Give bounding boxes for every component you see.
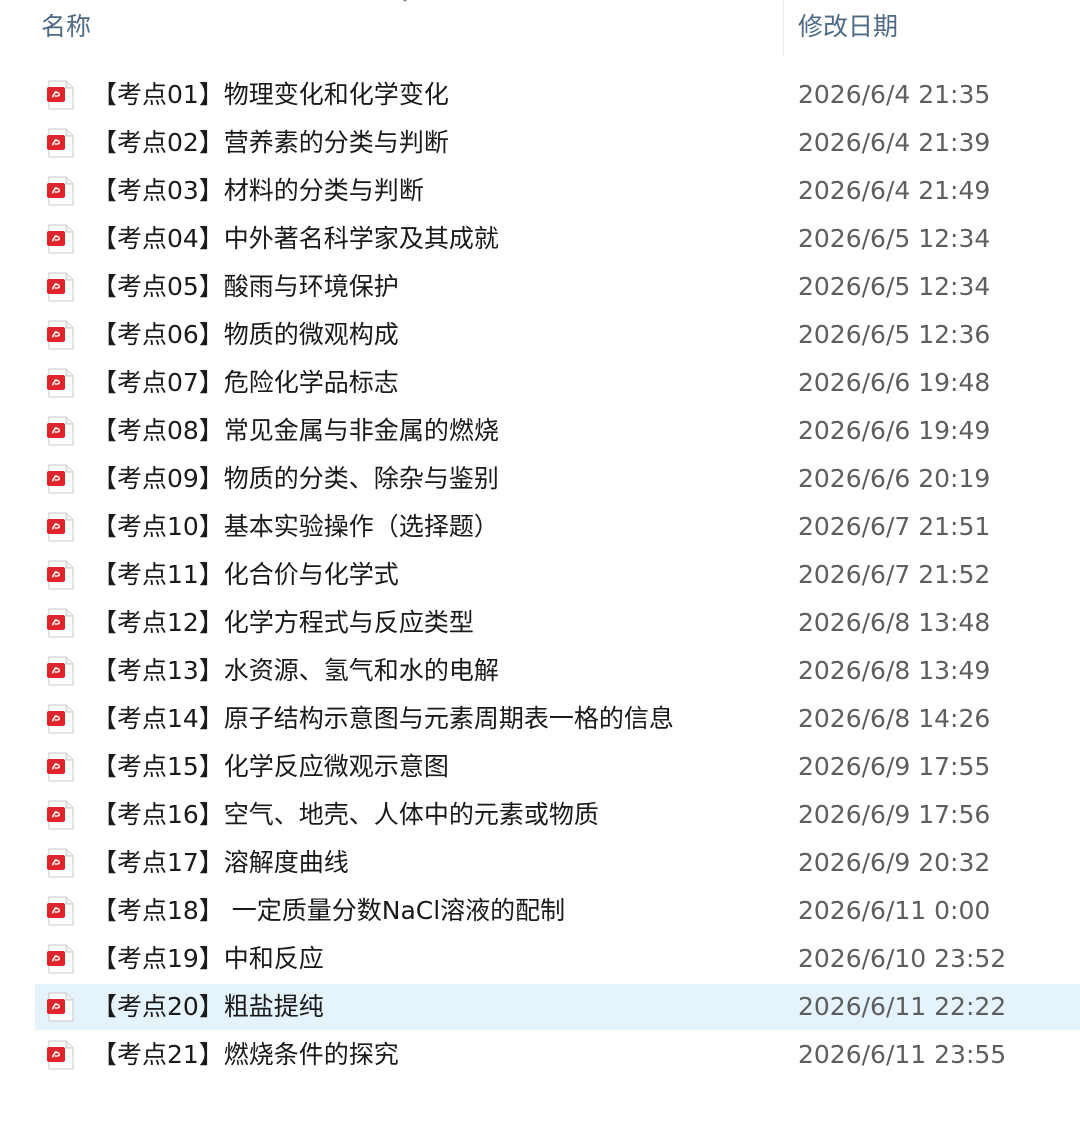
column-header-row: 名称 修改日期	[0, 0, 1080, 56]
file-name: 【考点20】粗盐提纯	[92, 992, 324, 1021]
file-name: 【考点12】化学方程式与反应类型	[92, 608, 474, 637]
pdf-file-icon	[47, 1040, 74, 1070]
file-row[interactable]: 【考点09】物质的分类、除杂与鉴别 2026/6/6 20:19	[0, 455, 1080, 503]
file-explorer-details-view: 名称 修改日期 【考点01】物理变化和化学变化 2026/6/4 21:35 【…	[0, 0, 1080, 1134]
file-row[interactable]: 【考点10】基本实验操作（选择题） 2026/6/7 21:51	[0, 503, 1080, 551]
file-row[interactable]: 【考点19】中和反应 2026/6/10 23:52	[0, 935, 1080, 983]
sort-chevron-icon[interactable]	[398, 0, 412, 6]
pdf-file-icon	[47, 224, 74, 254]
file-row[interactable]: 【考点05】酸雨与环境保护 2026/6/5 12:34	[0, 263, 1080, 311]
file-row[interactable]: 【考点08】常见金属与非金属的燃烧 2026/6/6 19:49	[0, 407, 1080, 455]
column-header-date-modified[interactable]: 修改日期	[798, 10, 898, 44]
file-date-modified: 2026/6/10 23:52	[798, 944, 1007, 973]
file-date-modified: 2026/6/7 21:51	[798, 512, 991, 541]
file-date-modified: 2026/6/9 20:32	[798, 848, 991, 877]
file-row[interactable]: 【考点01】物理变化和化学变化 2026/6/4 21:35	[0, 71, 1080, 119]
file-name: 【考点18】 一定质量分数NaCl溶液的配制	[92, 896, 566, 925]
file-date-modified: 2026/6/4 21:49	[798, 176, 991, 205]
file-date-modified: 2026/6/11 23:55	[798, 1040, 1007, 1069]
file-name: 【考点19】中和反应	[92, 944, 324, 973]
file-date-modified: 2026/6/6 20:19	[798, 464, 991, 493]
file-name: 【考点08】常见金属与非金属的燃烧	[92, 416, 499, 445]
file-name: 【考点13】水资源、氢气和水的电解	[92, 656, 499, 685]
pdf-file-icon	[47, 368, 74, 398]
file-row[interactable]: 【考点04】中外著名科学家及其成就 2026/6/5 12:34	[0, 215, 1080, 263]
file-date-modified: 2026/6/8 14:26	[798, 704, 991, 733]
file-date-modified: 2026/6/6 19:49	[798, 416, 991, 445]
file-date-modified: 2026/6/5 12:34	[798, 224, 991, 253]
file-row[interactable]: 【考点07】危险化学品标志 2026/6/6 19:48	[0, 359, 1080, 407]
file-date-modified: 2026/6/11 0:00	[798, 896, 991, 925]
pdf-file-icon	[47, 272, 74, 302]
pdf-file-icon	[47, 944, 74, 974]
file-date-modified: 2026/6/4 21:39	[798, 128, 991, 157]
file-name: 【考点11】化合价与化学式	[92, 560, 399, 589]
pdf-file-icon	[47, 608, 74, 638]
file-date-modified: 2026/6/9 17:55	[798, 752, 991, 781]
file-name: 【考点21】燃烧条件的探究	[92, 1040, 399, 1069]
pdf-file-icon	[47, 416, 74, 446]
file-date-modified: 2026/6/9 17:56	[798, 800, 991, 829]
pdf-file-icon	[47, 896, 74, 926]
file-row[interactable]: 【考点12】化学方程式与反应类型 2026/6/8 13:48	[0, 599, 1080, 647]
pdf-file-icon	[47, 992, 74, 1022]
pdf-file-icon	[47, 128, 74, 158]
file-name: 【考点04】中外著名科学家及其成就	[92, 224, 499, 253]
column-header-name[interactable]: 名称	[41, 10, 91, 44]
file-row[interactable]: 【考点03】材料的分类与判断 2026/6/4 21:49	[0, 167, 1080, 215]
file-row[interactable]: 【考点06】物质的微观构成 2026/6/5 12:36	[0, 311, 1080, 359]
file-date-modified: 2026/6/11 22:22	[798, 992, 1007, 1021]
file-name: 【考点09】物质的分类、除杂与鉴别	[92, 464, 499, 493]
pdf-file-icon	[47, 752, 74, 782]
pdf-file-icon	[47, 176, 74, 206]
pdf-file-icon	[47, 464, 74, 494]
pdf-file-icon	[47, 848, 74, 878]
file-name: 【考点14】原子结构示意图与元素周期表一格的信息	[92, 704, 674, 733]
pdf-file-icon	[47, 800, 74, 830]
file-row[interactable]: 【考点02】营养素的分类与判断 2026/6/4 21:39	[0, 119, 1080, 167]
file-name: 【考点02】营养素的分类与判断	[92, 128, 449, 157]
file-name: 【考点05】酸雨与环境保护	[92, 272, 399, 301]
file-date-modified: 2026/6/5 12:34	[798, 272, 991, 301]
pdf-file-icon	[47, 320, 74, 350]
file-row[interactable]: 【考点20】粗盐提纯 2026/6/11 22:22	[0, 983, 1080, 1031]
file-date-modified: 2026/6/4 21:35	[798, 80, 991, 109]
pdf-file-icon	[47, 704, 74, 734]
pdf-file-icon	[47, 512, 74, 542]
file-row[interactable]: 【考点21】燃烧条件的探究 2026/6/11 23:55	[0, 1031, 1080, 1079]
file-name: 【考点15】化学反应微观示意图	[92, 752, 449, 781]
pdf-file-icon	[47, 656, 74, 686]
file-name: 【考点03】材料的分类与判断	[92, 176, 424, 205]
file-date-modified: 2026/6/7 21:52	[798, 560, 991, 589]
file-name: 【考点01】物理变化和化学变化	[92, 80, 449, 109]
file-row[interactable]: 【考点13】水资源、氢气和水的电解 2026/6/8 13:49	[0, 647, 1080, 695]
file-name: 【考点10】基本实验操作（选择题）	[92, 512, 499, 541]
file-row[interactable]: 【考点11】化合价与化学式 2026/6/7 21:52	[0, 551, 1080, 599]
file-row[interactable]: 【考点15】化学反应微观示意图 2026/6/9 17:55	[0, 743, 1080, 791]
file-row[interactable]: 【考点18】 一定质量分数NaCl溶液的配制 2026/6/11 0:00	[0, 887, 1080, 935]
file-date-modified: 2026/6/6 19:48	[798, 368, 991, 397]
file-name: 【考点16】空气、地壳、人体中的元素或物质	[92, 800, 599, 829]
file-name: 【考点17】溶解度曲线	[92, 848, 349, 877]
pdf-file-icon	[47, 80, 74, 110]
file-list: 【考点01】物理变化和化学变化 2026/6/4 21:35 【考点02】营养素…	[0, 71, 1080, 1079]
file-name: 【考点06】物质的微观构成	[92, 320, 399, 349]
file-date-modified: 2026/6/8 13:49	[798, 656, 991, 685]
pdf-file-icon	[47, 560, 74, 590]
file-row[interactable]: 【考点14】原子结构示意图与元素周期表一格的信息 2026/6/8 14:26	[0, 695, 1080, 743]
file-row[interactable]: 【考点17】溶解度曲线 2026/6/9 20:32	[0, 839, 1080, 887]
file-name: 【考点07】危险化学品标志	[92, 368, 399, 397]
column-divider[interactable]	[783, 0, 784, 56]
file-date-modified: 2026/6/5 12:36	[798, 320, 991, 349]
file-row[interactable]: 【考点16】空气、地壳、人体中的元素或物质 2026/6/9 17:56	[0, 791, 1080, 839]
file-date-modified: 2026/6/8 13:48	[798, 608, 991, 637]
